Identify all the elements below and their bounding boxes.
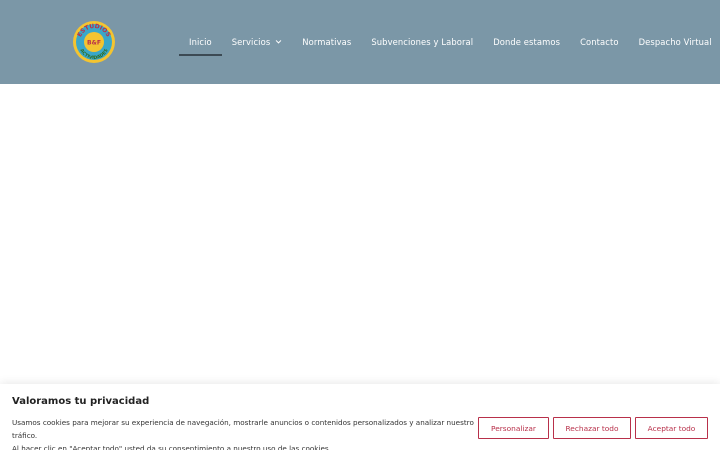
cookie-title: Valoramos tu privacidad — [12, 396, 150, 407]
nav-item-label: Normativas — [302, 37, 352, 47]
nav-item-label: Despacho Virtual — [638, 37, 712, 47]
accept-all-button[interactable]: Aceptar todo — [635, 417, 708, 439]
customize-button[interactable]: Personalizar — [478, 417, 549, 439]
cookie-text-line: Usamos cookies para mejorar su experienc… — [12, 418, 474, 440]
main-content — [0, 84, 720, 384]
nav-item-despacho-virtual[interactable]: Despacho Virtual — [629, 0, 720, 84]
nav-item-servicios[interactable]: Servicios — [222, 0, 293, 84]
reject-all-button[interactable]: Rechazar todo — [553, 417, 631, 439]
cookie-description: Usamos cookies para mejorar su experienc… — [12, 416, 477, 450]
site-header: ESTUDIOS ACTIVIDADES B&F Inicio Servicio… — [0, 0, 720, 84]
nav-item-label: Servicios — [231, 37, 271, 47]
nav-item-label: Inicio — [189, 37, 212, 47]
nav-item-label: Contacto — [580, 37, 619, 47]
cookie-banner: Valoramos tu privacidad Usamos cookies p… — [0, 384, 720, 450]
logo[interactable]: ESTUDIOS ACTIVIDADES B&F — [72, 20, 116, 64]
nav-item-subvenciones[interactable]: Subvenciones y Laboral — [361, 0, 483, 84]
nav-item-inicio[interactable]: Inicio — [179, 0, 222, 84]
nav-item-normativas[interactable]: Normativas — [292, 0, 361, 84]
cookie-text-line: Al hacer clic en "Aceptar todo" usted da… — [12, 444, 331, 450]
nav-item-label: Subvenciones y Laboral — [371, 37, 474, 47]
logo-center-text: B&F — [87, 40, 101, 47]
chevron-down-icon — [275, 39, 282, 44]
nav-item-label: Donde estamos — [493, 37, 561, 47]
main-nav: Inicio Servicios Normativas Subvenciones… — [179, 0, 720, 84]
nav-item-contacto[interactable]: Contacto — [570, 0, 629, 84]
nav-item-donde-estamos[interactable]: Donde estamos — [483, 0, 570, 84]
